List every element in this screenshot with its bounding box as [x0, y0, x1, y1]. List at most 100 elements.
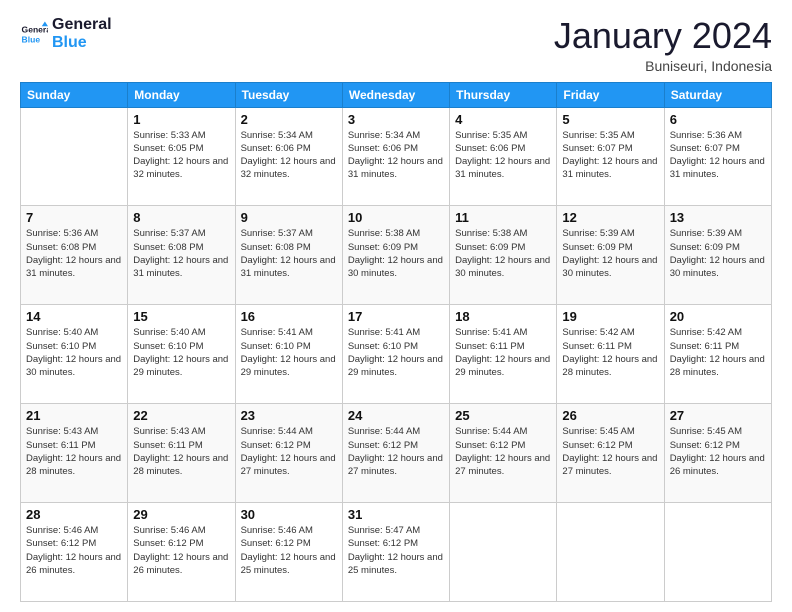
calendar-cell [21, 107, 128, 206]
day-info: Sunrise: 5:47 AMSunset: 6:12 PMDaylight:… [348, 524, 444, 577]
title-block: January 2024 Buniseuri, Indonesia [554, 16, 772, 74]
calendar-cell: 30 Sunrise: 5:46 AMSunset: 6:12 PMDayligh… [235, 503, 342, 602]
calendar-cell: 19 Sunrise: 5:42 AMSunset: 6:11 PMDayligh… [557, 305, 664, 404]
day-number: 3 [348, 112, 444, 127]
day-number: 29 [133, 507, 229, 522]
day-info: Sunrise: 5:39 AMSunset: 6:09 PMDaylight:… [670, 227, 766, 280]
calendar-cell: 20 Sunrise: 5:42 AMSunset: 6:11 PMDayligh… [664, 305, 771, 404]
calendar-cell: 5 Sunrise: 5:35 AMSunset: 6:07 PMDaylight… [557, 107, 664, 206]
calendar-cell: 7 Sunrise: 5:36 AMSunset: 6:08 PMDaylight… [21, 206, 128, 305]
calendar-cell: 3Sunrise: 5:34 AMSunset: 6:06 PMDaylight… [342, 107, 449, 206]
day-info: Sunrise: 5:38 AMSunset: 6:09 PMDaylight:… [455, 227, 551, 280]
day-number: 5 [562, 112, 658, 127]
day-info: Sunrise: 5:33 AMSunset: 6:05 PMDaylight:… [133, 129, 229, 182]
day-number: 14 [26, 309, 122, 324]
calendar-cell: 22Sunrise: 5:43 AMSunset: 6:11 PMDayligh… [128, 404, 235, 503]
day-info: Sunrise: 5:35 AMSunset: 6:06 PMDaylight:… [455, 129, 551, 182]
calendar-cell: 26Sunrise: 5:45 AMSunset: 6:12 PMDayligh… [557, 404, 664, 503]
calendar-cell: 1 Sunrise: 5:33 AMSunset: 6:05 PMDaylight… [128, 107, 235, 206]
day-info: Sunrise: 5:40 AMSunset: 6:10 PMDaylight:… [26, 326, 122, 379]
day-number: 2 [241, 112, 337, 127]
day-number: 8 [133, 210, 229, 225]
day-number: 13 [670, 210, 766, 225]
day-info: Sunrise: 5:46 AMSunset: 6:12 PMDaylight:… [133, 524, 229, 577]
calendar-cell: 31 Sunrise: 5:47 AMSunset: 6:12 PMDayligh… [342, 503, 449, 602]
day-number: 16 [241, 309, 337, 324]
day-info: Sunrise: 5:39 AMSunset: 6:09 PMDaylight:… [562, 227, 658, 280]
page: General Blue General Blue January 2024 B… [0, 0, 792, 612]
header: General Blue General Blue January 2024 B… [20, 16, 772, 74]
header-row: Sunday Monday Tuesday Wednesday Thursday… [21, 82, 772, 107]
day-number: 7 [26, 210, 122, 225]
day-number: 23 [241, 408, 337, 423]
day-info: Sunrise: 5:43 AMSunset: 6:11 PMDaylight:… [133, 425, 229, 478]
calendar-table: Sunday Monday Tuesday Wednesday Thursday… [20, 82, 772, 602]
day-number: 10 [348, 210, 444, 225]
location: Buniseuri, Indonesia [554, 58, 772, 74]
day-info: Sunrise: 5:36 AMSunset: 6:07 PMDaylight:… [670, 129, 766, 182]
calendar-cell: 12Sunrise: 5:39 AMSunset: 6:09 PMDayligh… [557, 206, 664, 305]
day-info: Sunrise: 5:46 AMSunset: 6:12 PMDaylight:… [241, 524, 337, 577]
calendar-cell: 10Sunrise: 5:38 AMSunset: 6:09 PMDayligh… [342, 206, 449, 305]
day-info: Sunrise: 5:42 AMSunset: 6:11 PMDaylight:… [670, 326, 766, 379]
calendar-cell: 27Sunrise: 5:45 AMSunset: 6:12 PMDayligh… [664, 404, 771, 503]
col-thursday: Thursday [450, 82, 557, 107]
day-info: Sunrise: 5:45 AMSunset: 6:12 PMDaylight:… [670, 425, 766, 478]
day-number: 11 [455, 210, 551, 225]
calendar-cell: 16Sunrise: 5:41 AMSunset: 6:10 PMDayligh… [235, 305, 342, 404]
calendar-cell: 28Sunrise: 5:46 AMSunset: 6:12 PMDayligh… [21, 503, 128, 602]
day-number: 20 [670, 309, 766, 324]
calendar-cell [557, 503, 664, 602]
day-number: 1 [133, 112, 229, 127]
day-number: 17 [348, 309, 444, 324]
logo-icon: General Blue [20, 20, 48, 48]
day-number: 31 [348, 507, 444, 522]
day-number: 21 [26, 408, 122, 423]
day-number: 15 [133, 309, 229, 324]
day-info: Sunrise: 5:44 AMSunset: 6:12 PMDaylight:… [348, 425, 444, 478]
svg-text:Blue: Blue [22, 34, 41, 44]
week-row-2: 7 Sunrise: 5:36 AMSunset: 6:08 PMDaylight… [21, 206, 772, 305]
calendar-cell: 2 Sunrise: 5:34 AMSunset: 6:06 PMDaylight… [235, 107, 342, 206]
calendar-cell: 17 Sunrise: 5:41 AMSunset: 6:10 PMDayligh… [342, 305, 449, 404]
logo: General Blue General Blue [20, 16, 112, 51]
day-number: 6 [670, 112, 766, 127]
day-info: Sunrise: 5:42 AMSunset: 6:11 PMDaylight:… [562, 326, 658, 379]
day-number: 30 [241, 507, 337, 522]
day-info: Sunrise: 5:44 AMSunset: 6:12 PMDaylight:… [455, 425, 551, 478]
day-info: Sunrise: 5:41 AMSunset: 6:10 PMDaylight:… [348, 326, 444, 379]
calendar-cell: 24Sunrise: 5:44 AMSunset: 6:12 PMDayligh… [342, 404, 449, 503]
day-info: Sunrise: 5:44 AMSunset: 6:12 PMDaylight:… [241, 425, 337, 478]
week-row-1: 1 Sunrise: 5:33 AMSunset: 6:05 PMDaylight… [21, 107, 772, 206]
calendar-cell [450, 503, 557, 602]
logo-general: General [52, 16, 112, 34]
calendar-cell: 15 Sunrise: 5:40 AMSunset: 6:10 PMDayligh… [128, 305, 235, 404]
calendar-cell: 9Sunrise: 5:37 AMSunset: 6:08 PMDaylight… [235, 206, 342, 305]
calendar-cell: 11 Sunrise: 5:38 AMSunset: 6:09 PMDayligh… [450, 206, 557, 305]
calendar-cell: 25Sunrise: 5:44 AMSunset: 6:12 PMDayligh… [450, 404, 557, 503]
day-info: Sunrise: 5:46 AMSunset: 6:12 PMDaylight:… [26, 524, 122, 577]
day-info: Sunrise: 5:35 AMSunset: 6:07 PMDaylight:… [562, 129, 658, 182]
col-monday: Monday [128, 82, 235, 107]
week-row-4: 21 Sunrise: 5:43 AMSunset: 6:11 PMDayligh… [21, 404, 772, 503]
col-tuesday: Tuesday [235, 82, 342, 107]
day-number: 19 [562, 309, 658, 324]
calendar-cell: 18Sunrise: 5:41 AMSunset: 6:11 PMDayligh… [450, 305, 557, 404]
month-title: January 2024 [554, 16, 772, 56]
calendar-cell: 8Sunrise: 5:37 AMSunset: 6:08 PMDaylight… [128, 206, 235, 305]
calendar-cell: 23 Sunrise: 5:44 AMSunset: 6:12 PMDayligh… [235, 404, 342, 503]
day-info: Sunrise: 5:36 AMSunset: 6:08 PMDaylight:… [26, 227, 122, 280]
day-info: Sunrise: 5:34 AMSunset: 6:06 PMDaylight:… [241, 129, 337, 182]
logo-blue: Blue [52, 34, 112, 52]
week-row-3: 14 Sunrise: 5:40 AMSunset: 6:10 PMDayligh… [21, 305, 772, 404]
day-number: 4 [455, 112, 551, 127]
calendar-cell: 4 Sunrise: 5:35 AMSunset: 6:06 PMDaylight… [450, 107, 557, 206]
calendar-cell: 6 Sunrise: 5:36 AMSunset: 6:07 PMDaylight… [664, 107, 771, 206]
col-wednesday: Wednesday [342, 82, 449, 107]
calendar-cell: 29 Sunrise: 5:46 AMSunset: 6:12 PMDayligh… [128, 503, 235, 602]
calendar-cell [664, 503, 771, 602]
col-sunday: Sunday [21, 82, 128, 107]
col-friday: Friday [557, 82, 664, 107]
calendar-cell: 13 Sunrise: 5:39 AMSunset: 6:09 PMDayligh… [664, 206, 771, 305]
day-info: Sunrise: 5:40 AMSunset: 6:10 PMDaylight:… [133, 326, 229, 379]
